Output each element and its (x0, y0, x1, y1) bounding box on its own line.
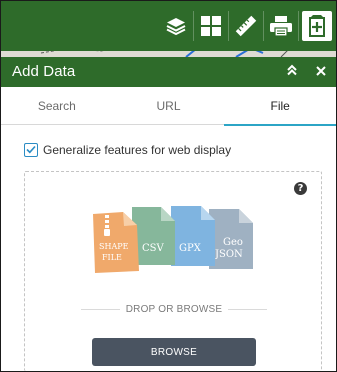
shapefile-label-line2: FILE (102, 253, 122, 262)
drop-or-browse-text: DROP OR BROWSE (125, 303, 223, 315)
divider-line (81, 308, 120, 310)
divider-line (228, 308, 267, 310)
gpx-file-icon: GPX (171, 206, 215, 266)
geojson-label-line2: JSON (214, 249, 243, 260)
add-data-widget-window: Add Data Search URL File Generalize feat… (0, 0, 337, 372)
browse-button[interactable]: BROWSE (92, 338, 256, 366)
supported-file-types: Geo JSON GPX CSV SHAPE FILE (93, 206, 253, 273)
shapefile-file-icon: SHAPE FILE (93, 212, 139, 273)
geojson-file-icon: Geo JSON (209, 209, 253, 269)
gpx-label: GPX (179, 243, 202, 254)
csv-label: CSV (142, 243, 165, 254)
geojson-label-line1: Geo (223, 237, 243, 248)
csv-file-icon: CSV (132, 207, 175, 265)
shapefile-label-line1: SHAPE (99, 242, 129, 251)
drop-or-browse-separator: DROP OR BROWSE (81, 302, 267, 316)
